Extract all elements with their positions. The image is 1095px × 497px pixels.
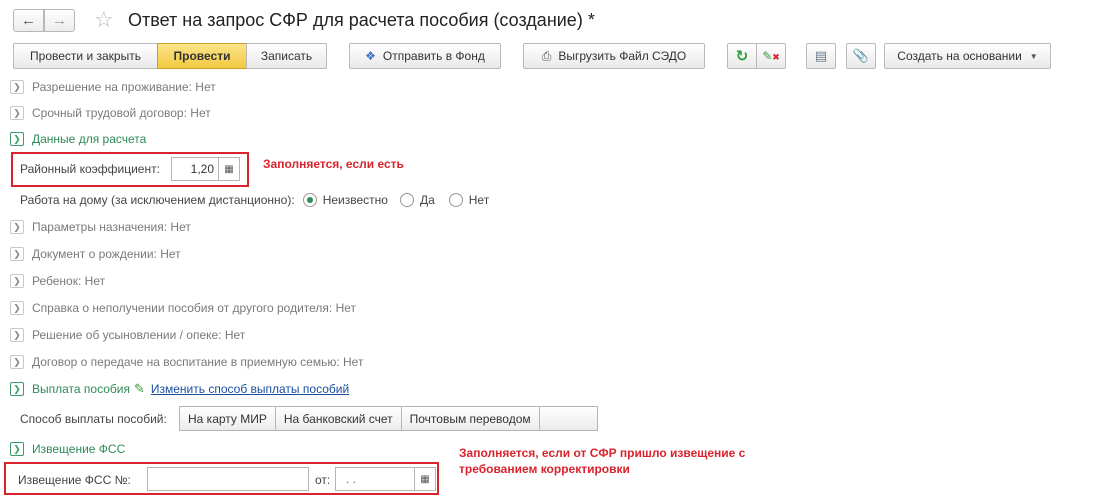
refresh-icon: ↻ <box>735 48 749 65</box>
home-work-option-yes-label: Да <box>419 193 435 207</box>
section-birth-document-label: Документ о рождении: Нет <box>32 247 181 261</box>
payment-option-bank-account[interactable]: На банковский счет <box>276 407 402 430</box>
calculator-button[interactable]: ▦ <box>219 157 240 181</box>
regional-coef-label: Районный коэффициент: <box>20 162 160 176</box>
dropdown-arrow-icon: ▼ <box>1029 51 1038 61</box>
section-assignment-params[interactable]: ❯ Параметры назначения: Нет <box>10 218 191 236</box>
home-work-label: Работа на дому (за исключением дистанцио… <box>20 193 295 207</box>
clear-posting-button[interactable]: ✎✖ <box>756 43 786 69</box>
export-sedo-button[interactable]: ⎙ Выгрузить Файл СЭДО <box>523 43 705 69</box>
payment-option-empty[interactable] <box>540 407 597 430</box>
paperclip-icon: 📎 <box>852 48 870 63</box>
section-birth-document[interactable]: ❯ Документ о рождении: Нет <box>10 245 181 263</box>
payment-method-selector: На карту МИР На банковский счет Почтовым… <box>179 406 598 431</box>
arrow-left-icon: ← <box>21 12 36 29</box>
notice-annotation-line2: требованием корректировки <box>459 462 630 476</box>
home-work-option-unknown[interactable]: Неизвестно <box>302 193 388 207</box>
report-button[interactable]: ▤ <box>806 43 836 69</box>
section-non-receipt-certificate-label: Справка о неполучении пособия от другого… <box>32 301 357 315</box>
section-fss-notice-label: Извещение ФСС <box>32 442 126 456</box>
home-work-row: Работа на дому (за исключением дистанцио… <box>20 191 489 209</box>
section-benefit-payment-label[interactable]: Выплата пособия <box>32 382 130 396</box>
home-work-option-yes[interactable]: Да <box>399 193 435 207</box>
chevron-right-icon: ❯ <box>10 328 24 342</box>
back-button[interactable]: ← <box>13 9 44 32</box>
fss-notice-label: Извещение ФСС №: <box>18 473 131 487</box>
chevron-right-icon: ❯ <box>10 247 24 261</box>
attachments-button[interactable]: 📎 <box>846 43 876 69</box>
forward-button[interactable]: → <box>44 9 75 32</box>
regional-coef-input[interactable]: 1,20 <box>171 157 219 181</box>
section-assignment-params-label: Параметры назначения: Нет <box>32 220 191 234</box>
chevron-right-icon: ❯ <box>10 301 24 315</box>
section-foster-contract-label: Договор о передаче на воспитание в прием… <box>32 355 364 369</box>
section-non-receipt-certificate[interactable]: ❯ Справка о неполучении пособия от друго… <box>10 299 356 317</box>
favorite-star-icon[interactable]: ☆ <box>94 7 114 33</box>
arrow-right-icon: → <box>52 12 67 29</box>
refresh-button[interactable]: ↻ <box>727 43 757 69</box>
send-to-fund-button[interactable]: ❖ Отправить в Фонд <box>349 43 501 69</box>
date-label-row: от: <box>315 471 330 489</box>
section-fss-notice[interactable]: ❯ Извещение ФСС <box>10 440 125 458</box>
payment-option-mir[interactable]: На карту МИР <box>180 407 276 430</box>
payment-method-label: Способ выплаты пособий: <box>20 412 167 426</box>
section-calc-data-label: Данные для расчета <box>32 132 147 146</box>
printer-icon: ⎙ <box>541 48 552 63</box>
home-work-option-no[interactable]: Нет <box>448 193 490 207</box>
calculator-icon: ▦ <box>224 163 234 175</box>
section-child[interactable]: ❯ Ребенок: Нет <box>10 272 105 290</box>
fund-send-icon: ❖ <box>365 49 376 63</box>
payment-method-label-row: Способ выплаты пособий: <box>20 410 167 428</box>
notice-annotation-line1: Заполняется, если от СФР пришло извещени… <box>459 446 746 460</box>
chevron-right-icon: ❯ <box>10 106 24 120</box>
regional-coef-label-row: Районный коэффициент: <box>20 160 160 178</box>
radio-selected-icon <box>302 193 317 207</box>
home-work-option-unknown-label: Неизвестно <box>322 193 388 207</box>
section-benefit-payment: ❯ Выплата пособия ✎ Изменить способ выпл… <box>10 380 349 398</box>
document-list-icon: ▤ <box>814 48 828 63</box>
calendar-button[interactable]: ▦ <box>415 467 436 491</box>
section-foster-contract[interactable]: ❯ Договор о передаче на воспитание в при… <box>10 353 363 371</box>
section-adoption-decision-label: Решение об усыновлении / опеке: Нет <box>32 328 246 342</box>
pencil-icon: ✎ <box>133 381 145 396</box>
home-work-option-no-label: Нет <box>468 193 490 207</box>
create-based-on-label: Создать на основании <box>897 49 1022 63</box>
chevron-down-icon[interactable]: ❯ <box>10 382 24 396</box>
section-fixed-term-contract[interactable]: ❯ Срочный трудовой договор: Нет <box>10 104 211 122</box>
post-and-close-button[interactable]: Провести и закрыть <box>13 43 158 69</box>
chevron-right-icon: ❯ <box>10 274 24 288</box>
chevron-right-icon: ❯ <box>10 355 24 369</box>
chevron-right-icon: ❯ <box>10 80 24 94</box>
payment-option-postal[interactable]: Почтовым переводом <box>402 407 540 430</box>
section-residence-permit[interactable]: ❯ Разрешение на проживание: Нет <box>10 78 216 96</box>
window-title: Ответ на запрос СФР для расчета пособия … <box>128 10 595 30</box>
edit-cross-icon: ✎✖ <box>762 49 780 63</box>
section-adoption-decision[interactable]: ❯ Решение об усыновлении / опеке: Нет <box>10 326 245 344</box>
save-button[interactable]: Записать <box>246 43 327 69</box>
section-residence-permit-label: Разрешение на проживание: Нет <box>32 80 216 94</box>
section-child-label: Ребенок: Нет <box>32 274 106 288</box>
fss-notice-label-row: Извещение ФСС №: <box>18 471 131 489</box>
title-bar: ← → ☆ Ответ на запрос СФР для расчета по… <box>0 0 1095 40</box>
radio-icon <box>448 193 463 207</box>
change-payment-method-link[interactable]: Изменить способ выплаты пособий <box>151 382 349 396</box>
coef-annotation: Заполняется, если есть <box>263 157 404 171</box>
send-to-fund-label: Отправить в Фонд <box>382 49 485 63</box>
section-calc-data[interactable]: ❯ Данные для расчета <box>10 130 146 148</box>
chevron-down-icon: ❯ <box>10 132 24 146</box>
post-button[interactable]: Провести <box>157 43 247 69</box>
fss-notice-input[interactable] <box>147 467 309 491</box>
chevron-down-icon: ❯ <box>10 442 24 456</box>
export-sedo-label: Выгрузить Файл СЭДО <box>558 49 687 63</box>
chevron-right-icon: ❯ <box>10 220 24 234</box>
date-label: от: <box>315 473 331 487</box>
create-based-on-button[interactable]: Создать на основании ▼ <box>884 43 1051 69</box>
radio-icon <box>399 193 414 207</box>
calendar-icon: ▦ <box>420 473 430 485</box>
section-fixed-term-contract-label: Срочный трудовой договор: Нет <box>32 106 211 120</box>
toolbar: Провести и закрыть Провести Записать ❖ О… <box>0 43 1095 71</box>
date-input[interactable]: . . <box>335 467 415 491</box>
